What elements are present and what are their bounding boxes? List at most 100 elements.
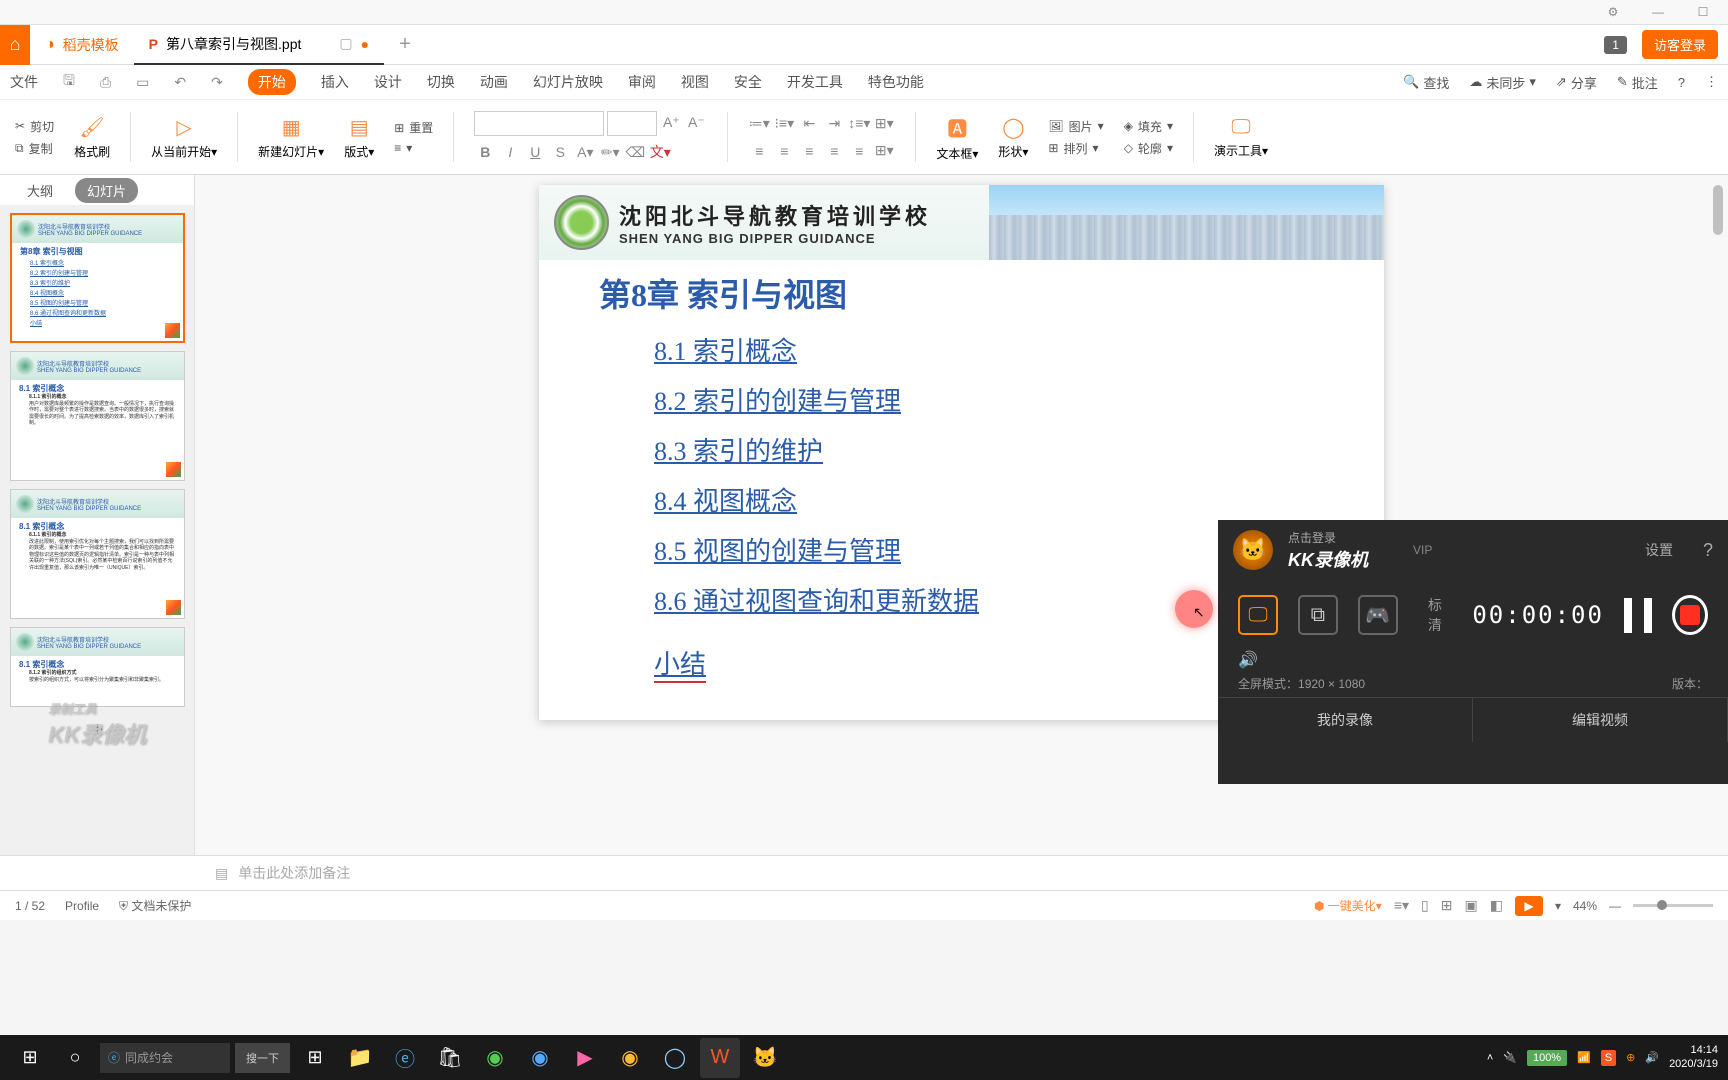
new-slide-button[interactable]: ▦ 新建幻灯片▾: [258, 115, 324, 160]
search-button[interactable]: 🔍查找: [1403, 73, 1449, 92]
store-icon[interactable]: 🛍: [430, 1038, 470, 1078]
app-green-icon[interactable]: ◉: [475, 1038, 515, 1078]
vert-align-button[interactable]: ⊞▾: [873, 140, 895, 162]
menu-animation[interactable]: 动画: [480, 72, 508, 92]
strike-button[interactable]: S: [549, 141, 571, 163]
indent-dec-button[interactable]: ⇤: [798, 113, 820, 135]
arrange-button[interactable]: ⊞排列▾: [1048, 140, 1103, 157]
profile-label[interactable]: Profile: [65, 899, 99, 913]
clear-format-button[interactable]: ⌫: [624, 141, 646, 163]
menu-review[interactable]: 审阅: [628, 72, 656, 92]
slides-tab[interactable]: 幻灯片: [75, 178, 138, 203]
add-slide-button[interactable]: +: [10, 715, 185, 745]
plug-icon[interactable]: 🔌: [1503, 1051, 1517, 1064]
wps-icon[interactable]: W: [700, 1038, 740, 1078]
text-dir-button[interactable]: ⊞▾: [873, 113, 895, 135]
document-tab[interactable]: P 第八章索引与视图.ppt ▢ ●: [134, 25, 384, 65]
slide-thumbnail-2[interactable]: 沈阳北斗导航教育培训学校SHEN YANG BIG DIPPER GUIDANC…: [10, 351, 185, 481]
maximize-icon[interactable]: ☐: [1688, 5, 1718, 19]
kk-vip-label[interactable]: VIP: [1413, 543, 1432, 557]
template-tab[interactable]: ◑ 稻壳模板: [30, 25, 134, 65]
menu-insert[interactable]: 插入: [321, 72, 349, 92]
help-icon[interactable]: ?: [1678, 75, 1685, 90]
kk-settings-button[interactable]: 设置: [1645, 540, 1673, 560]
highlight-button[interactable]: ✏▾: [599, 141, 621, 163]
speaker-icon[interactable]: 🔊: [1645, 1051, 1659, 1064]
toc-link-4[interactable]: 8.4 视图概念: [654, 481, 1324, 518]
search-go-button[interactable]: 搜一下: [235, 1043, 290, 1073]
textbox-button[interactable]: 🅰 文本框▾: [936, 113, 978, 162]
beautify-button[interactable]: ⬢ 一键美化▾: [1314, 897, 1382, 914]
sorter-view-icon[interactable]: ⊞: [1441, 897, 1453, 914]
menu-transition[interactable]: 切换: [427, 72, 455, 92]
normal-view-icon[interactable]: ▯: [1421, 897, 1429, 914]
reading-view-icon[interactable]: ▣: [1464, 897, 1477, 914]
font-color-button[interactable]: A▾: [574, 141, 596, 163]
font-size-select[interactable]: [607, 111, 657, 136]
menu-slideshow[interactable]: 幻灯片放映: [533, 72, 603, 92]
kk-record-button[interactable]: [1672, 595, 1708, 635]
play-slideshow-button[interactable]: ▶: [1515, 896, 1543, 916]
zoom-out-icon[interactable]: —: [1609, 899, 1621, 913]
notification-badge[interactable]: 1: [1604, 36, 1627, 54]
taskbar-search[interactable]: ⓔ 同成约会: [100, 1043, 230, 1073]
slide-thumbnail-3[interactable]: 沈阳北斗导航教育培训学校SHEN YANG BIG DIPPER GUIDANC…: [10, 489, 185, 619]
kk-region-mode-icon[interactable]: ⧉: [1298, 595, 1338, 635]
kk-my-recordings-button[interactable]: 我的录像: [1218, 698, 1473, 742]
explorer-icon[interactable]: 📁: [340, 1038, 380, 1078]
share-button[interactable]: ⇗分享: [1556, 73, 1597, 92]
undo-icon[interactable]: ↶: [174, 74, 186, 91]
cortana-icon[interactable]: ○: [55, 1040, 95, 1075]
underline-button[interactable]: U: [524, 141, 546, 163]
phonetic-button[interactable]: 文▾: [649, 141, 671, 163]
battery-indicator[interactable]: 100%: [1527, 1050, 1567, 1066]
menu-security[interactable]: 安全: [734, 72, 762, 92]
kk-game-mode-icon[interactable]: 🎮: [1358, 595, 1398, 635]
format-painter-button[interactable]: 🖌 格式刷: [74, 115, 110, 160]
zoom-level[interactable]: 44%: [1573, 899, 1597, 913]
indent-inc-button[interactable]: ⇥: [823, 113, 845, 135]
slide-thumbnail-1[interactable]: 沈阳北斗导航教育培训学校SHEN YANG BIG DIPPER GUIDANC…: [10, 213, 185, 343]
notes-pane[interactable]: ▤ 单击此处添加备注: [0, 855, 1728, 890]
align-justify-button[interactable]: ≡: [823, 140, 845, 162]
kk-help-icon[interactable]: ?: [1703, 540, 1713, 561]
align-center-button[interactable]: ≡: [773, 140, 795, 162]
menu-design[interactable]: 设计: [374, 72, 402, 92]
increase-font-icon[interactable]: A⁺: [660, 111, 682, 133]
redo-icon[interactable]: ↷: [211, 74, 223, 91]
present-mode-icon[interactable]: ▢: [339, 35, 352, 52]
annotate-button[interactable]: ✎批注: [1617, 73, 1658, 92]
start-button[interactable]: ⊞: [10, 1040, 50, 1075]
fill-button[interactable]: ◈填充▾: [1124, 118, 1173, 135]
present-tools-button[interactable]: 🖵 演示工具▾: [1214, 116, 1268, 159]
section-button[interactable]: ≡▾: [394, 141, 433, 155]
network-icon[interactable]: 📶: [1577, 1051, 1591, 1064]
line-spacing-button[interactable]: ↕≡▾: [848, 113, 870, 135]
notes-toggle-icon[interactable]: ≡▾: [1394, 897, 1409, 914]
menu-file[interactable]: 文件: [10, 72, 38, 92]
numbering-button[interactable]: ⁝≡▾: [773, 113, 795, 135]
font-name-select[interactable]: [474, 111, 604, 136]
decrease-font-icon[interactable]: A⁻: [685, 111, 707, 133]
kk-edit-video-button[interactable]: 编辑视频: [1473, 698, 1728, 742]
task-view-icon[interactable]: ⊞: [295, 1040, 335, 1075]
chrome-icon[interactable]: ◉: [610, 1038, 650, 1078]
settings-icon[interactable]: ⚙: [1598, 5, 1628, 19]
ime-icon[interactable]: ⊕: [1626, 1051, 1635, 1064]
from-current-button[interactable]: ▷ 从当前开始▾: [151, 115, 217, 160]
play-dropdown-icon[interactable]: ▾: [1555, 899, 1561, 913]
cut-button[interactable]: ✂剪切: [15, 118, 54, 135]
edge-icon[interactable]: ⓔ: [385, 1038, 425, 1078]
shapes-button[interactable]: ◯ 形状▾: [998, 115, 1028, 160]
app-blue-icon[interactable]: ◉: [520, 1038, 560, 1078]
italic-button[interactable]: I: [499, 141, 521, 163]
save-icon[interactable]: 🖫: [63, 70, 75, 94]
new-tab-button[interactable]: +: [399, 33, 411, 56]
align-left-button[interactable]: ≡: [748, 140, 770, 162]
kk-screen-mode-icon[interactable]: 🖵: [1238, 595, 1278, 635]
toc-link-3[interactable]: 8.3 索引的维护: [654, 431, 1324, 468]
kk-recorder-window[interactable]: 🐱 点击登录 KK录像机 VIP 设置 ? 🖵 ⧉ 🎮 标清 00:00:00 …: [1218, 520, 1728, 784]
minimize-icon[interactable]: —: [1643, 5, 1673, 19]
zoom-slider[interactable]: [1633, 904, 1713, 907]
copy-button[interactable]: ⧉复制: [15, 140, 54, 157]
